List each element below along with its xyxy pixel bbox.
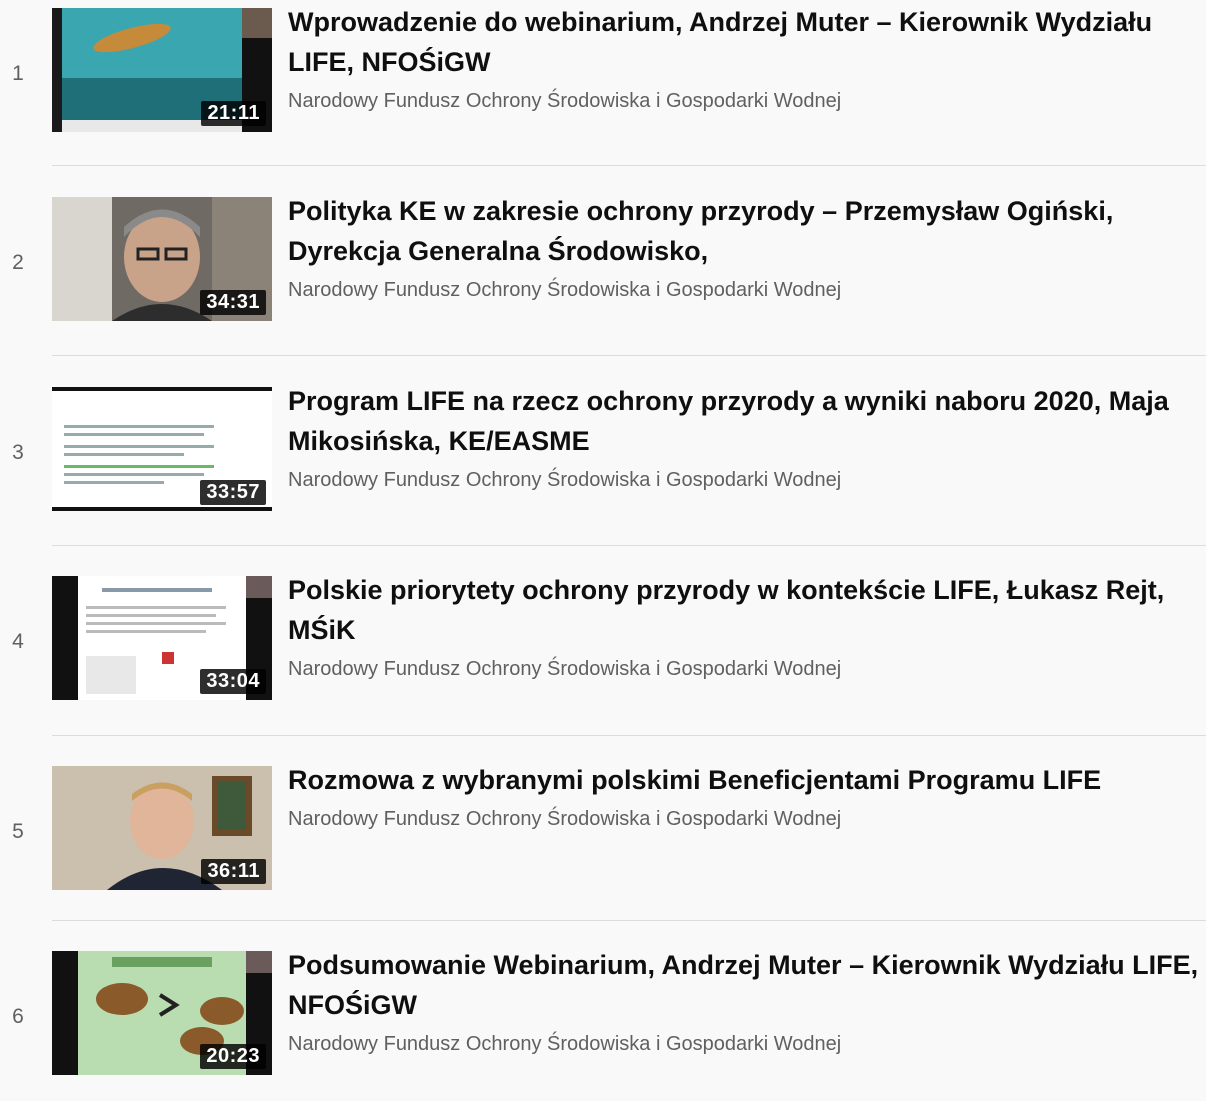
video-thumbnail[interactable]: 33:57 (52, 387, 272, 511)
channel-name[interactable]: Narodowy Fundusz Ochrony Środowiska i Go… (288, 806, 1206, 832)
playlist-item[interactable]: 2 34:31 Polityka KE w zakresie ochrony p… (0, 196, 1206, 347)
video-title[interactable]: Polityka KE w zakresie ochrony przyrody … (288, 191, 1203, 271)
video-thumbnail[interactable]: 33:04 (52, 576, 272, 700)
item-divider (52, 545, 1206, 546)
playlist-item[interactable]: 4 33:04 Polskie priorytety ochrony przyr… (0, 575, 1206, 726)
video-title[interactable]: Podsumowanie Webinarium, Andrzej Muter –… (288, 945, 1203, 1025)
video-meta: Polskie priorytety ochrony przyrody w ko… (288, 575, 1206, 682)
item-divider (52, 165, 1206, 166)
channel-name[interactable]: Narodowy Fundusz Ochrony Środowiska i Go… (288, 467, 1206, 493)
video-thumbnail[interactable]: 36:11 (52, 766, 272, 890)
video-duration: 33:04 (200, 669, 266, 694)
item-divider (52, 355, 1206, 356)
video-thumbnail[interactable]: 21:11 (52, 8, 272, 132)
channel-name[interactable]: Narodowy Fundusz Ochrony Środowiska i Go… (288, 277, 1206, 303)
playlist-item[interactable]: 5 36:11 Rozmowa z wybranymi polskimi Ben… (0, 765, 1206, 916)
video-duration: 21:11 (201, 101, 266, 126)
item-index: 5 (12, 820, 24, 843)
video-thumbnail[interactable]: 34:31 (52, 197, 272, 321)
playlist-item[interactable]: 1 21:11 Wprowadzenie do webinarium, Andr… (0, 7, 1206, 158)
item-index: 3 (12, 441, 24, 464)
video-meta: Polityka KE w zakresie ochrony przyrody … (288, 196, 1206, 303)
item-index: 1 (12, 62, 24, 85)
video-meta: Podsumowanie Webinarium, Andrzej Muter –… (288, 950, 1206, 1057)
video-duration: 33:57 (200, 480, 266, 505)
video-thumbnail[interactable]: 20:23 (52, 951, 272, 1075)
video-title[interactable]: Polskie priorytety ochrony przyrody w ko… (288, 570, 1203, 650)
channel-name[interactable]: Narodowy Fundusz Ochrony Środowiska i Go… (288, 88, 1206, 114)
item-index: 2 (12, 251, 24, 274)
playlist-video-list: 1 21:11 Wprowadzenie do webinarium, Andr… (0, 0, 1206, 1075)
video-duration: 20:23 (200, 1044, 266, 1069)
video-meta: Wprowadzenie do webinarium, Andrzej Mute… (288, 7, 1206, 114)
video-meta: Rozmowa z wybranymi polskimi Beneficjent… (288, 765, 1206, 832)
channel-name[interactable]: Narodowy Fundusz Ochrony Środowiska i Go… (288, 1031, 1206, 1057)
item-divider (52, 920, 1206, 921)
video-title[interactable]: Program LIFE na rzecz ochrony przyrody a… (288, 381, 1203, 461)
video-duration: 34:31 (200, 290, 266, 315)
item-index: 4 (12, 630, 24, 653)
playlist-item[interactable]: 6 20:23 Podsumowanie Webinarium, Andrzej… (0, 950, 1206, 1101)
channel-name[interactable]: Narodowy Fundusz Ochrony Środowiska i Go… (288, 656, 1206, 682)
item-divider (52, 735, 1206, 736)
item-index: 6 (12, 1005, 24, 1028)
video-title[interactable]: Wprowadzenie do webinarium, Andrzej Mute… (288, 2, 1203, 82)
video-title[interactable]: Rozmowa z wybranymi polskimi Beneficjent… (288, 760, 1203, 800)
video-duration: 36:11 (201, 859, 266, 884)
playlist-item[interactable]: 3 33:57 Program LIFE na rzecz ochrony pr… (0, 386, 1206, 537)
video-meta: Program LIFE na rzecz ochrony przyrody a… (288, 386, 1206, 493)
